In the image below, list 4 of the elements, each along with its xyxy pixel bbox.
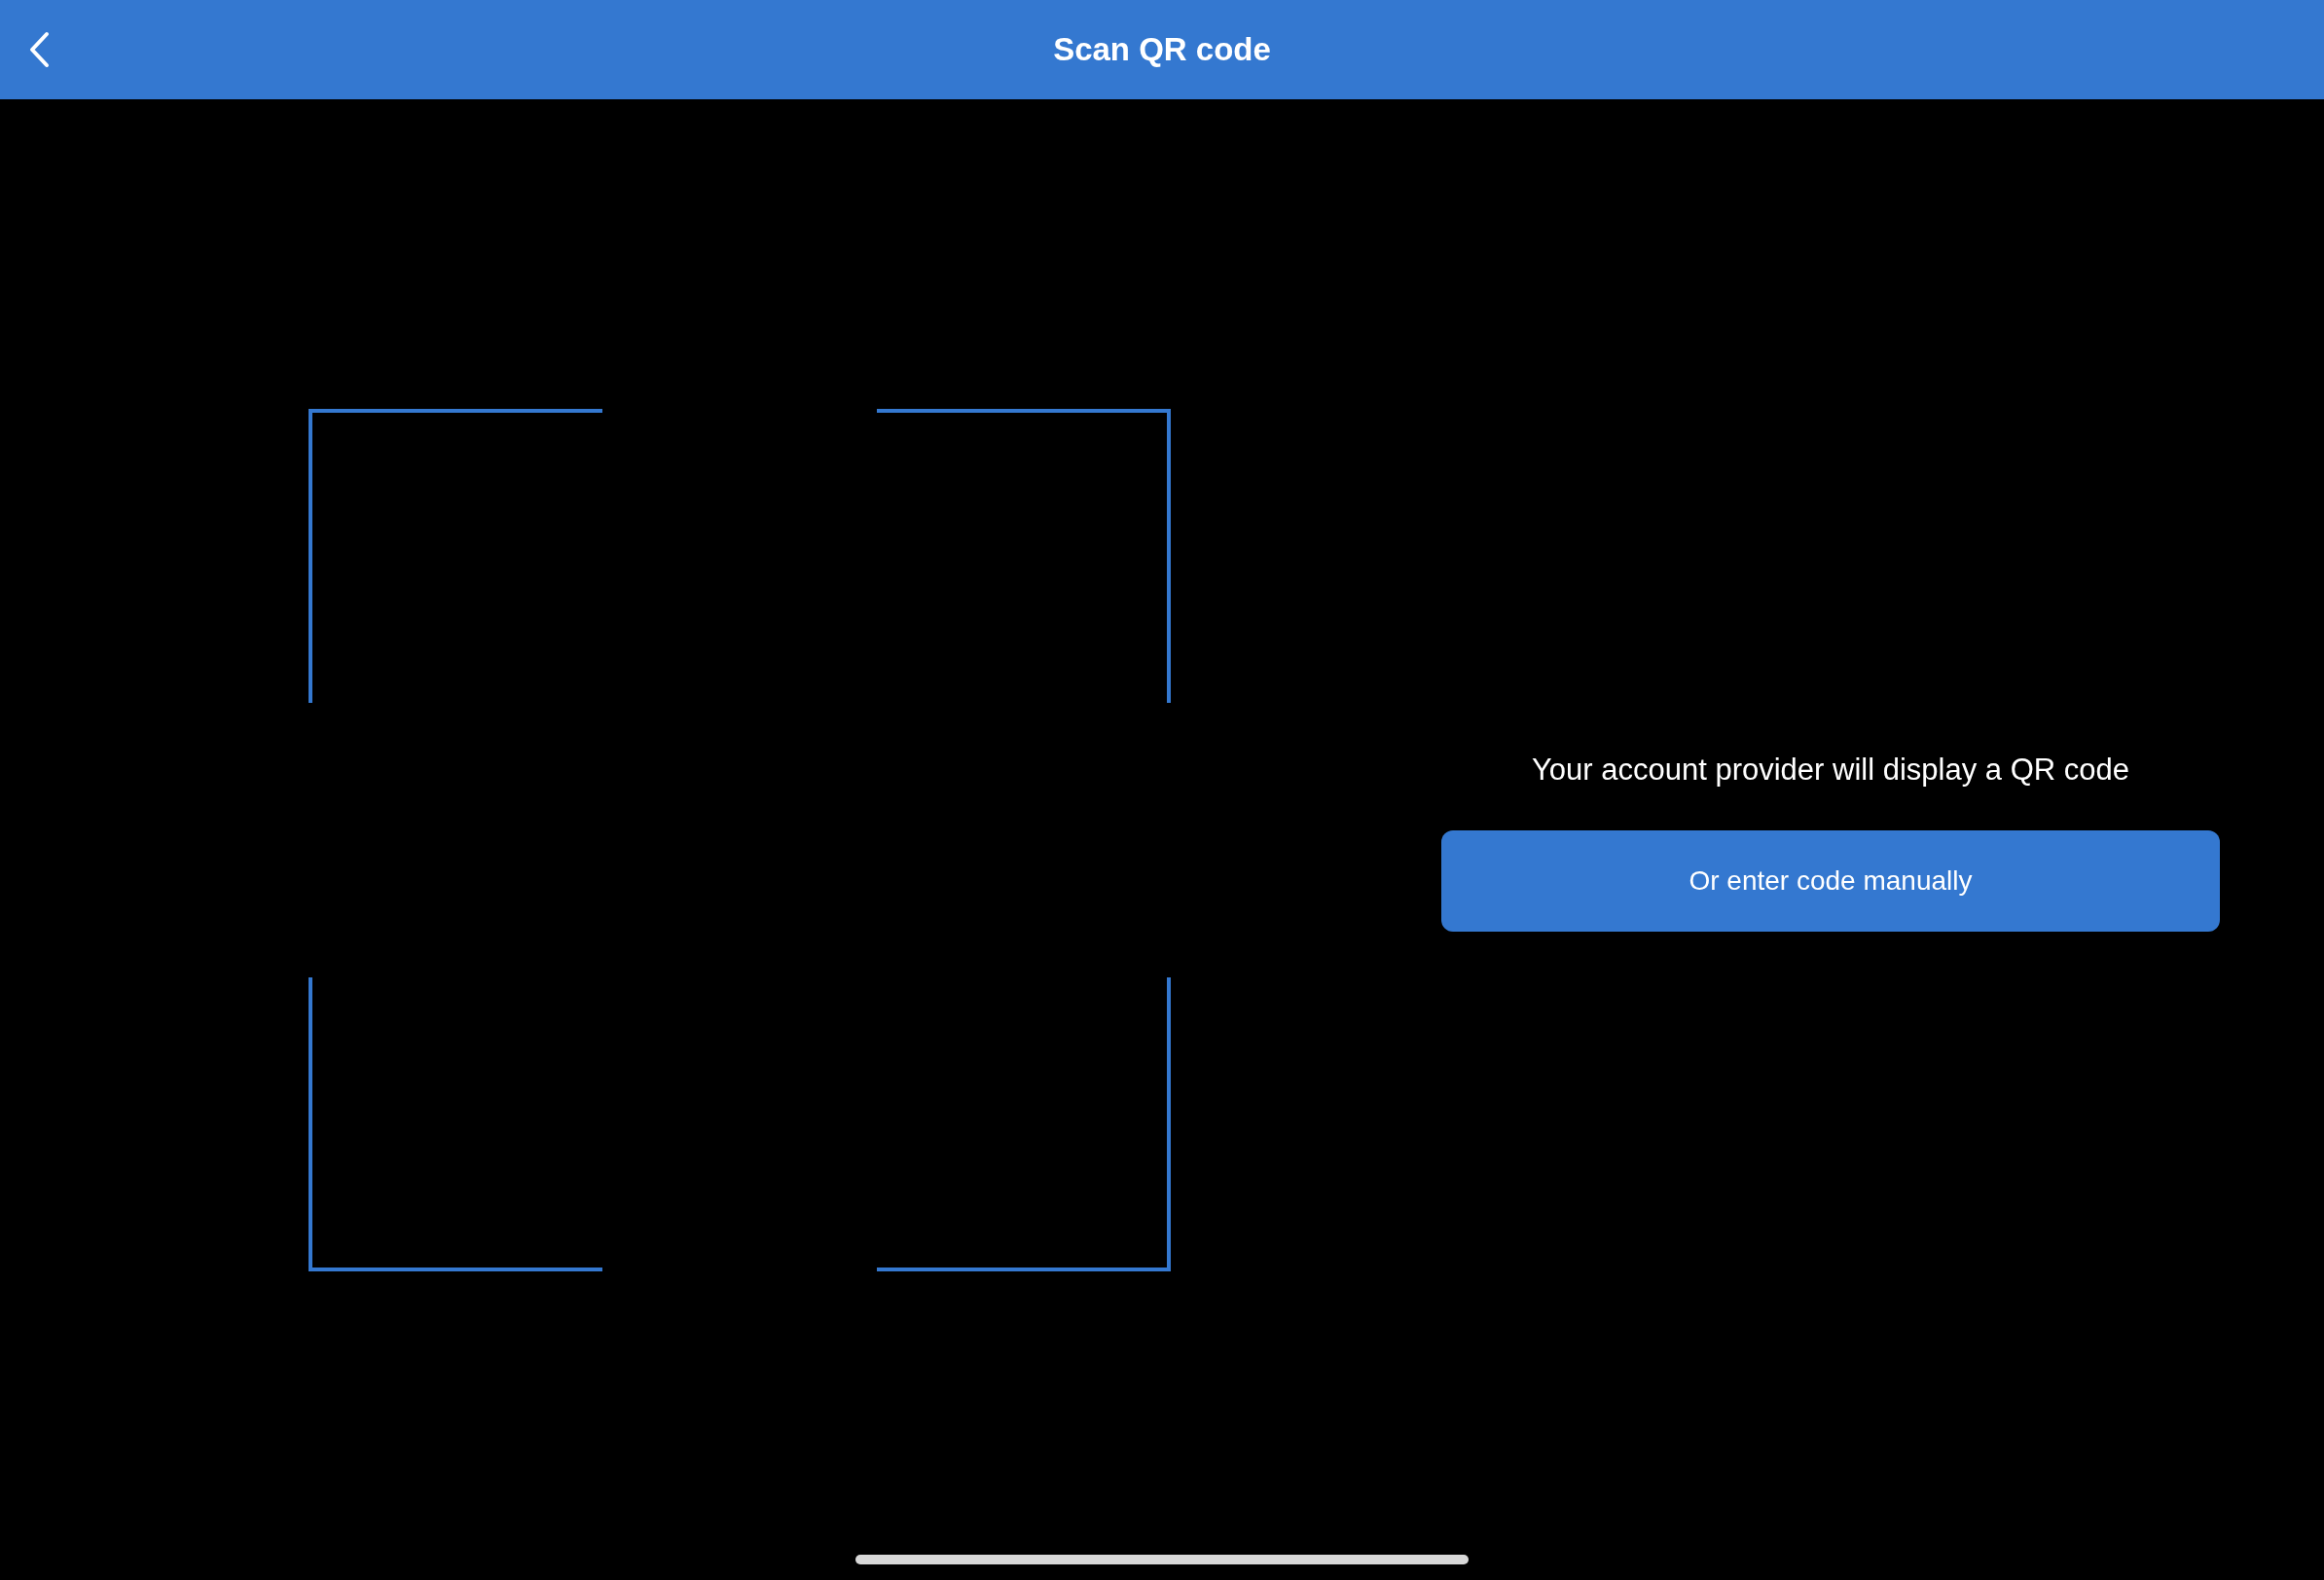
- enter-code-manually-button[interactable]: Or enter code manually: [1441, 829, 2220, 932]
- screen-title: Scan QR code: [1053, 30, 1271, 70]
- back-icon: [28, 31, 50, 68]
- instruction-text: Your account provider will display a QR code: [1532, 752, 2129, 790]
